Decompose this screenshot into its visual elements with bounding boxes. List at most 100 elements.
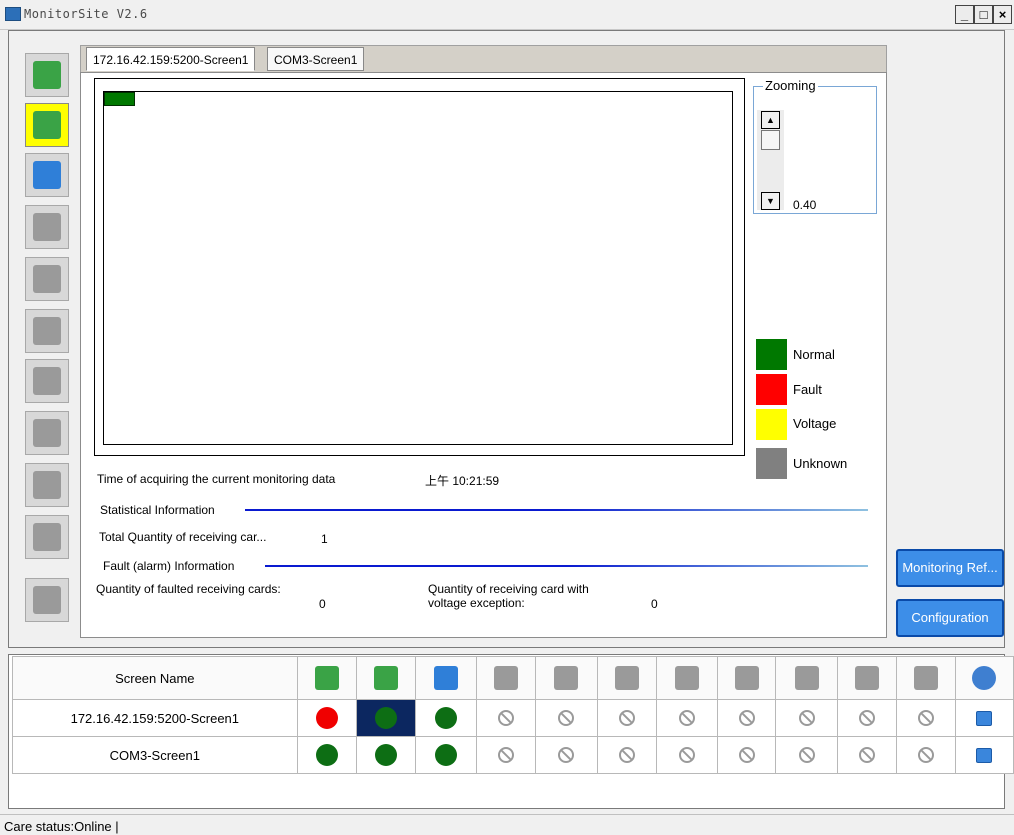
status-cell[interactable] bbox=[535, 699, 598, 737]
not-available-icon bbox=[738, 710, 755, 727]
status-cell[interactable] bbox=[476, 699, 537, 737]
not-available-icon bbox=[498, 710, 515, 727]
title-bar bbox=[0, 0, 1014, 30]
not-available-icon bbox=[917, 710, 934, 727]
status-cell[interactable] bbox=[355, 736, 417, 774]
fan-icon bbox=[675, 666, 700, 690]
status-bar bbox=[0, 814, 1014, 835]
column-header-fan bbox=[655, 656, 719, 700]
screen-map[interactable] bbox=[103, 91, 733, 445]
status-cell[interactable] bbox=[837, 736, 898, 774]
zoom-down-button[interactable]: ▼ bbox=[761, 192, 780, 210]
legend-swatch-fault bbox=[756, 374, 787, 405]
status-cell[interactable] bbox=[596, 736, 657, 774]
status-cell[interactable] bbox=[655, 736, 719, 774]
zoom-slider-thumb[interactable] bbox=[761, 130, 780, 150]
legend-swatch-unknown bbox=[756, 448, 787, 479]
zoom-up-button[interactable]: ▲ bbox=[761, 111, 780, 129]
fan-button[interactable] bbox=[25, 359, 69, 403]
fault-section-title: Fault (alarm) Information bbox=[103, 559, 235, 573]
voltage-icon bbox=[33, 419, 61, 447]
door-icon bbox=[855, 666, 880, 690]
not-available-icon bbox=[859, 747, 876, 764]
faulted-cards-value: 0 bbox=[319, 597, 326, 611]
table-row[interactable]: COM3-Screen1 bbox=[12, 736, 1014, 774]
status-cell[interactable] bbox=[954, 699, 1014, 737]
maximize-button[interactable]: □ bbox=[974, 5, 993, 24]
legend-label-normal: Normal bbox=[793, 347, 835, 362]
tab-com3-screen1[interactable]: COM3-Screen1 bbox=[267, 47, 365, 71]
status-cell[interactable] bbox=[535, 736, 598, 774]
not-available-icon bbox=[679, 747, 696, 764]
status-cell[interactable] bbox=[896, 699, 956, 737]
normal-status-icon bbox=[374, 744, 397, 766]
status-cell[interactable] bbox=[775, 736, 839, 774]
tab-screen1[interactable]: 172.16.42.159:5200-Screen1 bbox=[86, 47, 256, 71]
globe-icon bbox=[972, 666, 997, 690]
status-cell[interactable] bbox=[896, 736, 956, 774]
shortcut-icon bbox=[976, 711, 993, 727]
humidity-icon bbox=[554, 666, 579, 690]
stat-divider bbox=[245, 509, 868, 511]
door-button[interactable] bbox=[25, 515, 69, 559]
screen-name-cell[interactable]: COM3-Screen1 bbox=[12, 736, 298, 774]
status-cell[interactable] bbox=[415, 699, 478, 737]
column-header-module bbox=[896, 656, 956, 700]
status-cell[interactable] bbox=[415, 736, 478, 774]
humidity-button[interactable] bbox=[25, 257, 69, 301]
module-button[interactable] bbox=[25, 578, 69, 622]
zoom-label: Zooming bbox=[763, 78, 818, 93]
column-header-humidity bbox=[535, 656, 598, 700]
column-header-web bbox=[954, 656, 1014, 700]
normal-status-icon bbox=[435, 744, 458, 766]
zoom-value: 0.40 bbox=[793, 198, 817, 212]
status-cell[interactable] bbox=[717, 699, 777, 737]
status-cell[interactable] bbox=[655, 699, 719, 737]
configuration-button[interactable]: Configuration bbox=[896, 599, 1004, 637]
monitor-card-icon bbox=[33, 111, 61, 139]
minimize-button[interactable]: _ bbox=[955, 5, 974, 24]
status-cell[interactable] bbox=[296, 699, 357, 737]
status-cell[interactable] bbox=[717, 736, 777, 774]
smoke-button[interactable] bbox=[25, 309, 69, 353]
monitoring-refresh-button[interactable]: Monitoring Ref... bbox=[896, 549, 1004, 587]
column-header-receiving-card bbox=[296, 656, 357, 700]
fan-icon bbox=[33, 367, 61, 395]
stat-section-title: Statistical Information bbox=[100, 503, 215, 517]
fault-status-icon bbox=[315, 707, 338, 729]
status-cell[interactable] bbox=[954, 736, 1014, 774]
voltage-exception-label: Quantity of receiving card with voltage … bbox=[428, 582, 589, 610]
not-available-icon bbox=[558, 710, 575, 727]
screen-name-cell[interactable]: 172.16.42.159:5200-Screen1 bbox=[12, 699, 298, 737]
magnet-button[interactable] bbox=[25, 463, 69, 507]
voltage-icon bbox=[734, 666, 759, 690]
status-cell[interactable] bbox=[296, 736, 357, 774]
normal-status-icon bbox=[315, 744, 338, 766]
fan-card-button[interactable] bbox=[25, 205, 69, 249]
monitor-card-button[interactable] bbox=[25, 103, 69, 147]
status-cell[interactable] bbox=[476, 736, 537, 774]
module-icon bbox=[33, 586, 61, 614]
legend-label-unknown: Unknown bbox=[793, 456, 848, 471]
close-button[interactable]: × bbox=[993, 5, 1012, 24]
column-header-fan-card bbox=[476, 656, 537, 700]
total-cards-value: 1 bbox=[321, 532, 328, 546]
receiving-card-cell[interactable] bbox=[104, 92, 135, 106]
normal-status-icon bbox=[374, 707, 397, 729]
receiving-card-button[interactable] bbox=[25, 53, 69, 97]
table-row[interactable]: 172.16.42.159:5200-Screen1 bbox=[12, 699, 1014, 737]
column-header-monitor-card bbox=[355, 656, 417, 700]
smoke-icon bbox=[614, 666, 639, 690]
window-title: MonitorSite V2.6 bbox=[24, 7, 148, 21]
status-cell[interactable] bbox=[775, 699, 839, 737]
temperature-icon bbox=[434, 666, 459, 690]
status-cell[interactable] bbox=[355, 699, 417, 737]
status-cell[interactable] bbox=[837, 699, 898, 737]
temperature-button[interactable] bbox=[25, 153, 69, 197]
status-cell[interactable] bbox=[596, 699, 657, 737]
voltage-button[interactable] bbox=[25, 411, 69, 455]
not-available-icon bbox=[738, 747, 755, 764]
fan-card-icon bbox=[494, 666, 519, 690]
status-table: Screen Name 172.16.42.159:5200-Screen1 CO… bbox=[12, 656, 1014, 774]
legend-swatch-voltage bbox=[756, 409, 787, 440]
